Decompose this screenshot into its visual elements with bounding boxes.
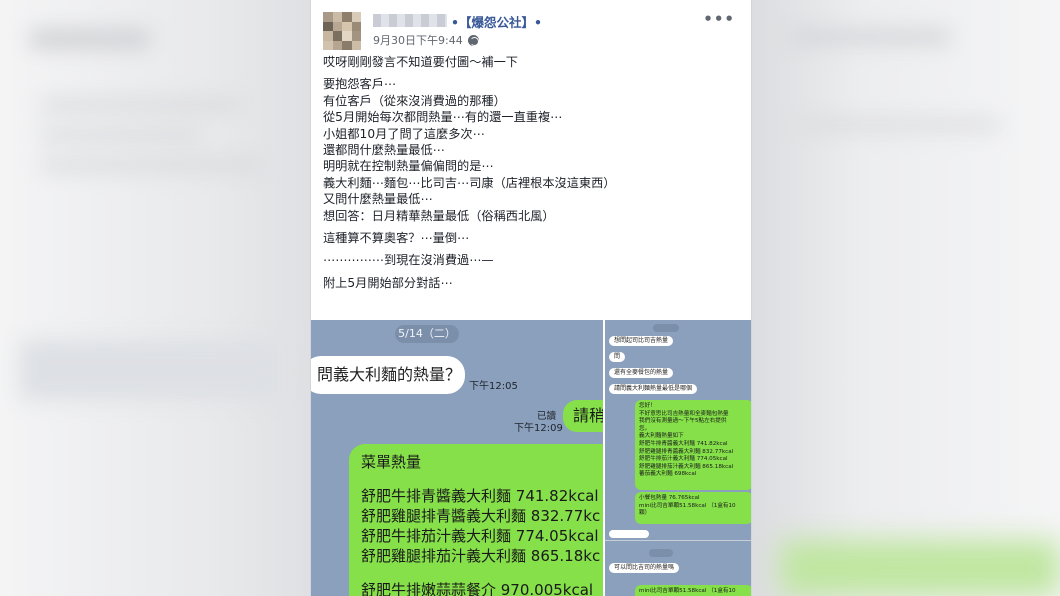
post-text-line: ⋯⋯⋯⋯⋯到現在沒消費過⋯— (323, 253, 494, 268)
post-text-line: 有位客戶（從來沒消費過的那種） (323, 93, 506, 108)
post-text-line: 明明就在控制熱量偏偏問的是⋯ (323, 159, 494, 174)
mini-incoming-message: 可以問比吉司的熱量嗎 (609, 563, 680, 573)
mini-reply-line: mini比司吉單顆51.58kcal （1盒有10 (639, 502, 736, 509)
post-text-line: 要抱怨客戶⋯ (323, 77, 397, 92)
chat-screenshot-main: 5/14（二） 問義大利麵的熱量？ 下午12:05 已讀 下午12:09 請稍 … (311, 320, 603, 596)
post-text-line: 附上5月開始部分對話⋯ (323, 275, 453, 290)
mini-reply-line: 蕃茄義大利麵 698kcal (639, 471, 697, 478)
group-name-link[interactable]: •【爆怨公社】• (451, 12, 542, 31)
background-left (0, 0, 310, 596)
mini-reply-line: 我們沒有測量過～下午5點左右提供 (639, 418, 727, 425)
menu-calorie-message: 菜單熱量 舒肥牛排青醬義大利麵 741.82kcal 舒肥雞腿排青醬義大利麵 83… (349, 444, 603, 596)
menu-item-list: 舒肥牛排青醬義大利麵 741.82kcal 舒肥雞腿排青醬義大利麵 832.77k… (361, 486, 603, 566)
blur-shape (40, 100, 240, 110)
menu-item: 舒肥牛排青醬義大利麵 741.82kcal (361, 487, 599, 505)
globe-icon (467, 34, 479, 46)
mini-reply-line: 舒肥牛排青醬義大利麵 741.82kcal (639, 440, 728, 447)
post-text: 哎呀剛剛發言不知道要付圖～補一下 要抱怨客戶⋯ 有位客戶（從來沒消費過的那種） 從5月… (323, 54, 743, 291)
mini-incoming-message (609, 530, 649, 538)
background-right (752, 0, 1060, 596)
mini-date-label (649, 549, 673, 557)
incoming-time: 下午12:05 (469, 381, 518, 392)
menu-item: 舒肥牛排茄汁義大利麵 774.05kcal (361, 527, 599, 545)
blur-shape (780, 540, 1060, 596)
mini-incoming-message: 問 (609, 352, 626, 362)
blur-shape (30, 30, 150, 48)
post-meta: 9月30日下午9:44 (373, 32, 479, 48)
incoming-message: 問義大利麵的熱量？ (311, 356, 465, 394)
menu-item: 舒肥雞腿排茄汁義大利麵 865.18kc (361, 547, 601, 565)
mini-incoming-message: 請問義大利麵熱量最低是哪個 (609, 384, 698, 394)
post-text-line: 這種算不算奧客？⋯量倒⋯ (323, 231, 470, 246)
mini-incoming-message: 還有全麥餐包的熱量 (609, 368, 674, 378)
mini-reply-line: 您好！ (639, 403, 656, 409)
mini-date-label (653, 324, 679, 332)
mini-reply-line: 小餐包熱量 76.765kcal (639, 495, 700, 501)
menu-item: 舒肥雞腿排青醬義大利麵 832.77kc (361, 507, 601, 525)
mini-outgoing-reply: 您好！ 不好意思比司吉熱量和全麥麵包熱量 我們沒有測量過～下午5點左右提供 您。 義大利… (635, 400, 751, 490)
mini-reply-line: 顆） (639, 510, 651, 517)
chat-screenshot-side: 想問起司比司吉熱量 問 還有全麥餐包的熱量 請問義大利麵熱量最低是哪個 您好！不… (605, 320, 751, 540)
more-options-button[interactable]: ••• (703, 10, 735, 28)
post-card: •【爆怨公社】• 9月30日下午9:44 ••• 哎呀剛剛發言不知道要付圖～補一… (310, 0, 752, 596)
outgoing-message: 請稍 (563, 400, 603, 432)
blur-shape (40, 130, 200, 140)
mini-incoming-message: 想問起司比司吉熱量 (609, 336, 674, 346)
blur-shape (790, 30, 950, 44)
post-text-line: 又問什麼熱量最低⋯ (323, 192, 433, 207)
blur-shape (20, 340, 280, 400)
outgoing-time: 下午12:09 (514, 423, 563, 434)
post-text-line: 還都問什麼熱量最低⋯ (323, 143, 445, 158)
post-text-line: 義大利麵⋯麵包⋯比司吉⋯司康（店裡根本沒這東西） (323, 175, 616, 190)
post-header: •【爆怨公社】• 9月30日下午9:44 ••• (323, 10, 741, 50)
post-timestamp[interactable]: 9月30日下午9:44 (373, 32, 463, 48)
mini-reply-line: 舒肥牛排茄汁義大利麵 774.05kcal (639, 456, 728, 463)
mini-reply-line: 義大利麵熱量如下 (639, 433, 684, 440)
avatar[interactable] (323, 12, 361, 50)
post-text-line: 小姐都10月了問了這麼多次⋯ (323, 126, 485, 141)
blur-shape (800, 120, 1000, 130)
chat-screenshot-side-lower: 可以問比吉司的熱量嗎 mini比司吉單顆51.58kcal （1盒有10 (605, 540, 751, 596)
menu-item-partial: 舒肥牛排嫩蒜蒜餐介 970.005kcal (361, 581, 594, 596)
mini-outgoing-reply: mini比司吉單顆51.58kcal （1盒有10 (635, 585, 751, 596)
blur-shape (40, 160, 260, 170)
author-name-redacted[interactable] (373, 14, 447, 27)
post-text-line: 從5月開始每次都問熱量⋯有的還一直重複⋯ (323, 110, 563, 125)
post-text-line: 哎呀剛剛發言不知道要付圖～補一下 (323, 55, 518, 69)
post-text-line: 想回答：日月精華熱量最低（俗稱西北風） (323, 208, 555, 223)
chat-date-label: 5/14（二） (395, 325, 459, 343)
menu-title: 菜單熱量 (361, 453, 422, 471)
mini-outgoing-reply: 小餐包熱量 76.765kcal mini比司吉單顆51.58kcal （1盒有1… (635, 492, 751, 524)
